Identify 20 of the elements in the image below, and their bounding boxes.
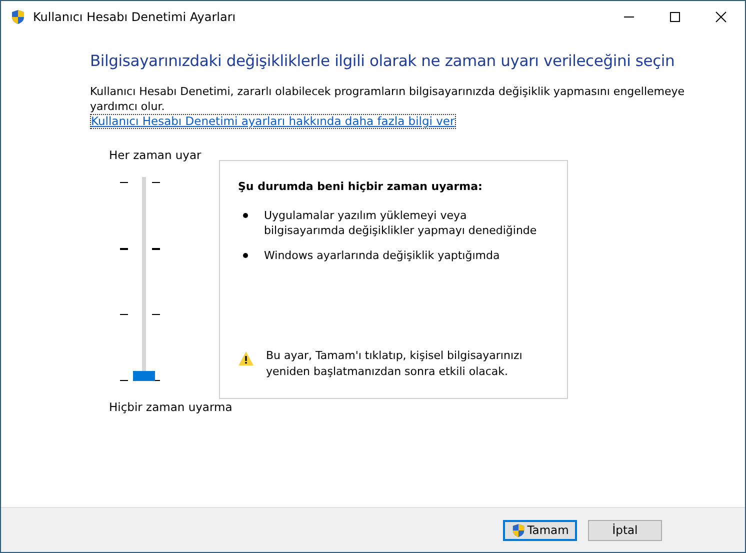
bullet-text: Windows ayarlarında değişiklik yaptığımda [264, 248, 500, 263]
description: Kullanıcı Hesabı Denetimi, zararlı olabilecek programların bilgisayarınızda değişiklik yapmasını engellemeye yardımcı olur. [90, 84, 686, 114]
maximize-icon[interactable] [669, 10, 681, 22]
heading: Bilgisayarınızdaki değişikliklerle ilgili olarak ne zaman uyarı verileceğini seçin [90, 52, 676, 70]
bullet-text: Uygulamalar yazılım yüklemeyi veya bilgisayarımda değişiklikler yapmayı denediğinde [264, 208, 538, 238]
slider-bottom-label: Hiçbir zaman uyarma [109, 399, 232, 415]
info-title: Şu durumda beni hiçbir zaman uyarma: [238, 180, 484, 193]
info-link[interactable]: Kullanıcı Hesabı Denetimi ayarları hakkında daha fazla bilgi ver [90, 114, 456, 129]
window-title: Kullanıcı Hesabı Denetimi Ayarları [33, 10, 236, 24]
bullet-icon [243, 253, 248, 258]
shield-icon [10, 8, 26, 24]
warning-icon [238, 351, 254, 366]
slider-top-label: Her zaman uyar [109, 147, 202, 163]
slider-thumb[interactable] [133, 371, 155, 381]
cancel-button[interactable]: İptal [588, 520, 662, 540]
bullet-icon [243, 213, 248, 218]
shield-icon [511, 522, 526, 538]
close-icon[interactable] [715, 10, 727, 22]
ok-button[interactable]: Tamam [503, 520, 577, 540]
warning-text: Bu ayar, Tamam'ı tıklatıp, kişisel bilgisayarınızı yeniden başlatmanızdan sonra etkili olacak. [266, 348, 524, 380]
